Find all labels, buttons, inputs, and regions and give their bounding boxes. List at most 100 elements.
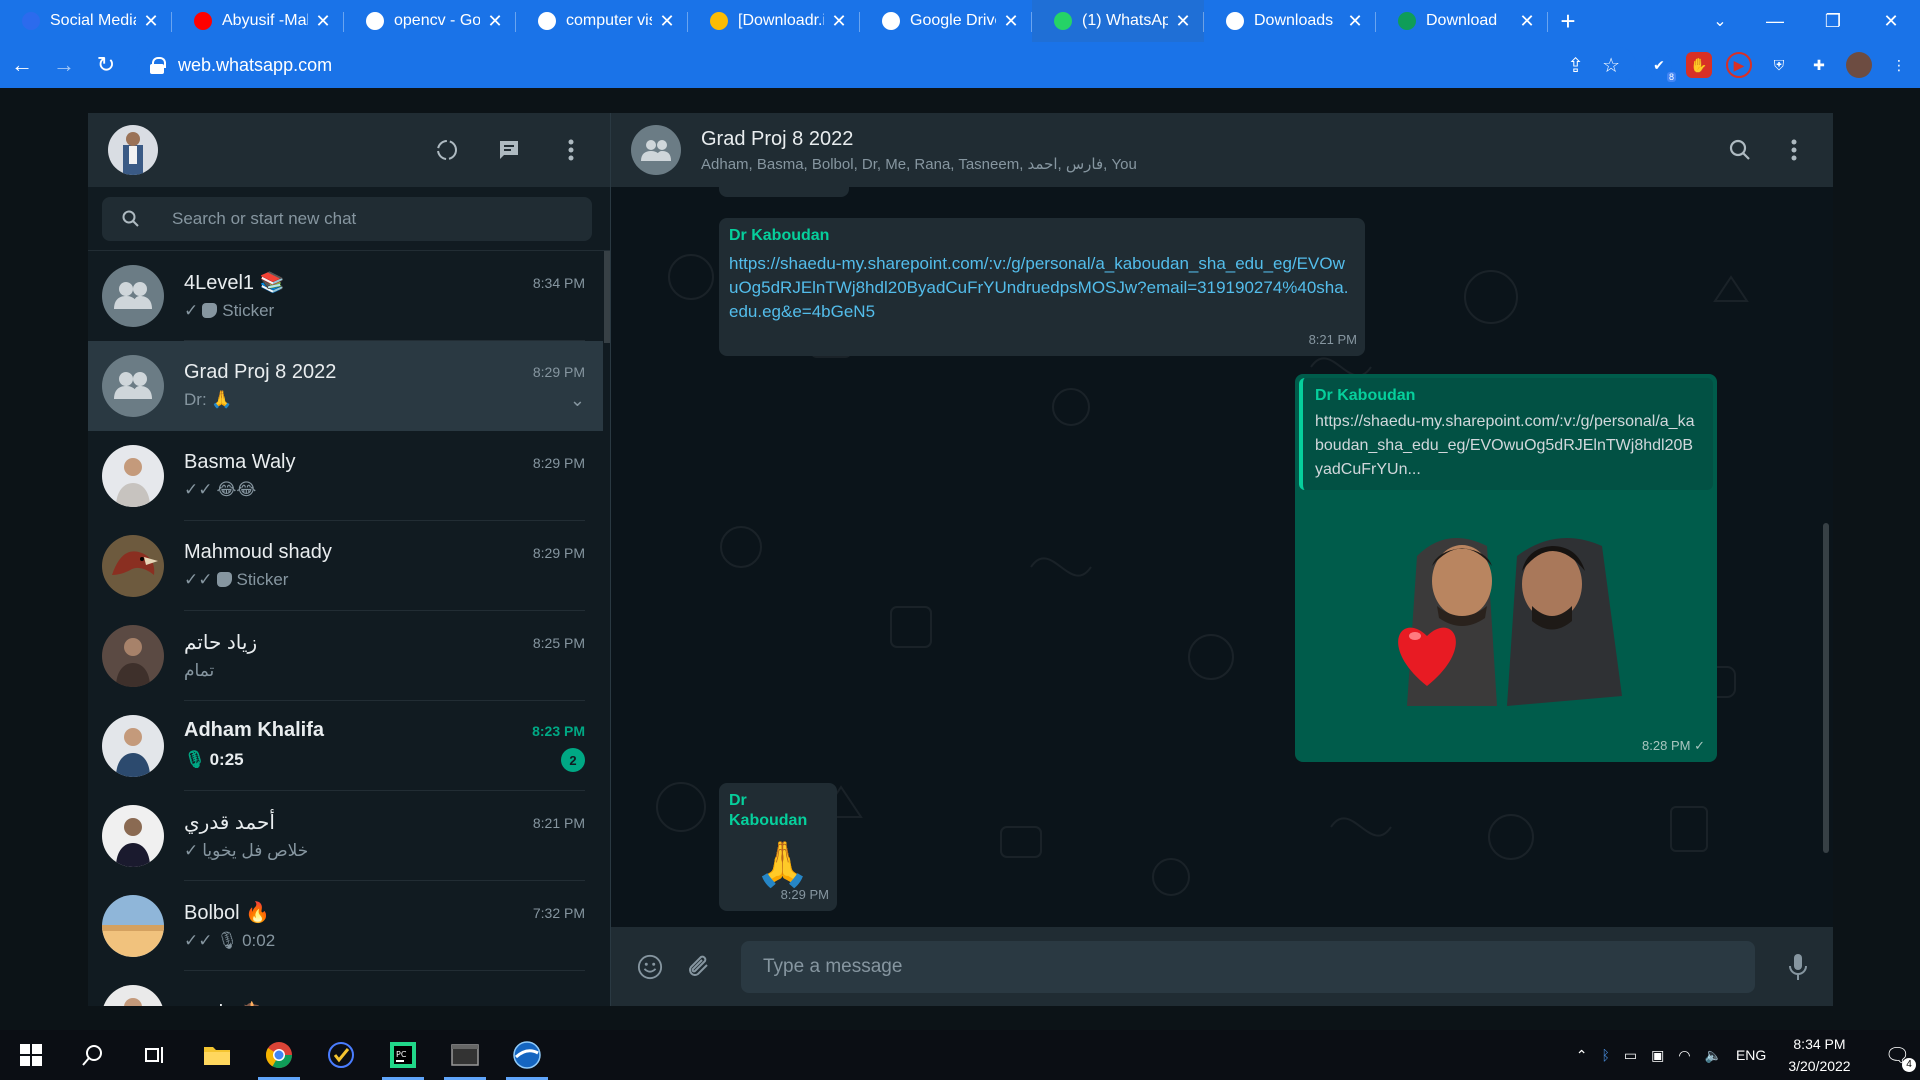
- chat-list-scrollbar[interactable]: [604, 251, 610, 343]
- task-view-icon[interactable]: [124, 1030, 186, 1080]
- meet-icon[interactable]: ▣: [1651, 1047, 1664, 1064]
- chat-list-item[interactable]: Basma Waly 8:29 PM ✓✓ 😂😂: [88, 431, 603, 521]
- new-tab-button[interactable]: +: [1548, 0, 1588, 42]
- contact-avatar[interactable]: [102, 985, 164, 1006]
- contact-avatar[interactable]: [102, 355, 164, 417]
- chrome-taskbar-icon[interactable]: [248, 1030, 310, 1080]
- browser-tab[interactable]: Downloads ✕: [1204, 0, 1376, 42]
- message-bubble-sticker-reply[interactable]: Dr Kaboudan https://shaedu-my.sharepoint…: [1295, 374, 1717, 762]
- file-explorer-icon[interactable]: [186, 1030, 248, 1080]
- volume-icon[interactable]: 🔈: [1705, 1047, 1722, 1064]
- bookmark-star-icon[interactable]: ☆: [1602, 53, 1620, 78]
- browser-tab[interactable]: Download ✕: [1376, 0, 1548, 42]
- chat-time: 8:21 PM: [532, 814, 585, 831]
- contact-avatar[interactable]: [102, 895, 164, 957]
- extension-todo-icon[interactable]: ✔ 8: [1646, 52, 1676, 82]
- my-avatar[interactable]: [108, 125, 158, 175]
- close-tab-icon[interactable]: ✕: [1518, 11, 1536, 32]
- extension-adblock-icon[interactable]: ✋: [1686, 52, 1712, 78]
- sidebar-header: [88, 113, 610, 187]
- browser-tab[interactable]: opencv - Goo ✕: [344, 0, 516, 42]
- chat-list-item[interactable]: أحمد قدري 8:21 PM ✓ خلاص فل يخويا: [88, 791, 603, 881]
- chat-list-item[interactable]: زياد حاتم 8:25 PM تمام: [88, 611, 603, 701]
- message-input[interactable]: [763, 955, 1723, 978]
- message-link[interactable]: https://shaedu-my.sharepoint.com/:v:/g/p…: [729, 252, 1349, 324]
- browser-tab[interactable]: Abyusif -Mabr ✕: [172, 0, 344, 42]
- extension-shield-icon[interactable]: ⛨: [1766, 52, 1792, 78]
- terminal-icon[interactable]: [434, 1030, 496, 1080]
- url-field[interactable]: web.whatsapp.com ⇪ ☆: [136, 47, 1636, 83]
- clock[interactable]: 8:34 PM 3/20/2022: [1788, 1033, 1850, 1077]
- message-bubble-emoji[interactable]: Dr Kaboudan 🙏 8:29 PM: [719, 783, 837, 911]
- group-avatar[interactable]: [631, 125, 681, 175]
- contact-avatar[interactable]: [102, 805, 164, 867]
- contact-avatar[interactable]: [102, 715, 164, 777]
- conversation-header[interactable]: Grad Proj 8 2022 Adham, Basma, Bolbol, D…: [611, 113, 1833, 187]
- chat-list-item[interactable]: 4Level1 📚 8:34 PM ✓ Sticker: [88, 251, 603, 341]
- close-tab-icon[interactable]: ✕: [658, 11, 676, 32]
- contact-avatar[interactable]: [102, 445, 164, 507]
- conversation-scrollbar[interactable]: [1823, 523, 1829, 853]
- browser-tab[interactable]: computer visi ✕: [516, 0, 688, 42]
- pycharm-icon[interactable]: PC: [372, 1030, 434, 1080]
- attach-icon[interactable]: [687, 954, 713, 980]
- microphone-icon[interactable]: [1785, 953, 1811, 980]
- sticker-image[interactable]: [1387, 526, 1627, 712]
- sidebar-menu-icon[interactable]: [558, 137, 584, 163]
- close-tab-icon[interactable]: ✕: [314, 11, 332, 32]
- quoted-message[interactable]: Dr Kaboudan https://shaedu-my.sharepoint…: [1299, 378, 1713, 490]
- message-bubble-link[interactable]: Dr Kaboudan https://shaedu-my.sharepoint…: [719, 218, 1365, 356]
- chat-name-text: Basma Waly: [184, 451, 296, 473]
- close-tab-icon[interactable]: ✕: [142, 11, 160, 32]
- search-messages-icon[interactable]: [1727, 137, 1753, 163]
- search-input[interactable]: [172, 208, 552, 229]
- close-window-button[interactable]: ✕: [1862, 0, 1920, 42]
- tray-chevron-up-icon[interactable]: ⌃: [1576, 1047, 1588, 1064]
- profile-avatar-icon[interactable]: [1846, 52, 1872, 78]
- search-icon[interactable]: [122, 210, 140, 228]
- emoji-icon[interactable]: [637, 954, 663, 980]
- app-globe-icon[interactable]: [496, 1030, 558, 1080]
- extension-record-icon[interactable]: ▶: [1726, 52, 1752, 78]
- extensions-puzzle-icon[interactable]: ✚: [1806, 52, 1832, 78]
- taskbar-search-icon[interactable]: [62, 1030, 124, 1080]
- close-tab-icon[interactable]: ✕: [1346, 11, 1364, 32]
- tab-search-chevron-icon[interactable]: ⌄: [1706, 0, 1734, 42]
- start-button[interactable]: [0, 1030, 62, 1080]
- share-icon[interactable]: ⇪: [1567, 53, 1584, 78]
- minimize-button[interactable]: —: [1746, 0, 1804, 42]
- close-tab-icon[interactable]: ✕: [830, 11, 848, 32]
- chat-time: 7:29 PM: [533, 1005, 585, 1007]
- browser-tab[interactable]: Google Drive ✕: [860, 0, 1032, 42]
- reload-button[interactable]: ↻: [86, 45, 126, 85]
- wifi-icon[interactable]: ◠: [1678, 1047, 1690, 1064]
- language-indicator[interactable]: ENG: [1736, 1047, 1766, 1063]
- chat-list-item[interactable]: Grad Proj 8 2022 8:29 PM Dr: 🙏 ⌄: [88, 341, 603, 431]
- new-chat-icon[interactable]: [496, 137, 522, 163]
- todo-app-icon[interactable]: [310, 1030, 372, 1080]
- chat-list-item[interactable]: فارس 🐴7:29 PM: [88, 971, 603, 1006]
- close-tab-icon[interactable]: ✕: [486, 11, 504, 32]
- close-tab-icon[interactable]: ✕: [1174, 11, 1192, 32]
- contact-avatar[interactable]: [102, 265, 164, 327]
- contact-avatar[interactable]: [102, 535, 164, 597]
- chevron-down-icon[interactable]: ⌄: [570, 390, 585, 411]
- chat-list-item[interactable]: Mahmoud shady 8:29 PM ✓✓ Sticker: [88, 521, 603, 611]
- chat-name: أحمد قدري: [184, 810, 533, 835]
- restore-button[interactable]: ❐: [1804, 0, 1862, 42]
- close-tab-icon[interactable]: ✕: [1002, 11, 1020, 32]
- battery-icon[interactable]: ▭: [1624, 1047, 1637, 1064]
- browser-tab[interactable]: (1) WhatsApp ✕: [1032, 0, 1204, 42]
- chat-list-item[interactable]: Bolbol 🔥 7:32 PM ✓✓ 🎙 0:02: [88, 881, 603, 971]
- contact-avatar[interactable]: [102, 625, 164, 687]
- notification-center-icon[interactable]: 🗨 4: [1885, 1043, 1916, 1072]
- browser-menu-icon[interactable]: ⋮: [1886, 52, 1912, 78]
- status-icon[interactable]: [434, 137, 460, 163]
- bluetooth-icon[interactable]: ᛒ: [1601, 1047, 1609, 1063]
- chat-list-item[interactable]: Adham Khalifa 8:23 PM 🎙 0:25 2: [88, 701, 603, 791]
- conversation-menu-icon[interactable]: [1781, 137, 1807, 163]
- browser-tab[interactable]: Social Media / ✕: [0, 0, 172, 42]
- back-button[interactable]: ←: [2, 45, 42, 85]
- forward-button[interactable]: →: [44, 45, 84, 85]
- browser-tab[interactable]: [Downloadr.in ✕: [688, 0, 860, 42]
